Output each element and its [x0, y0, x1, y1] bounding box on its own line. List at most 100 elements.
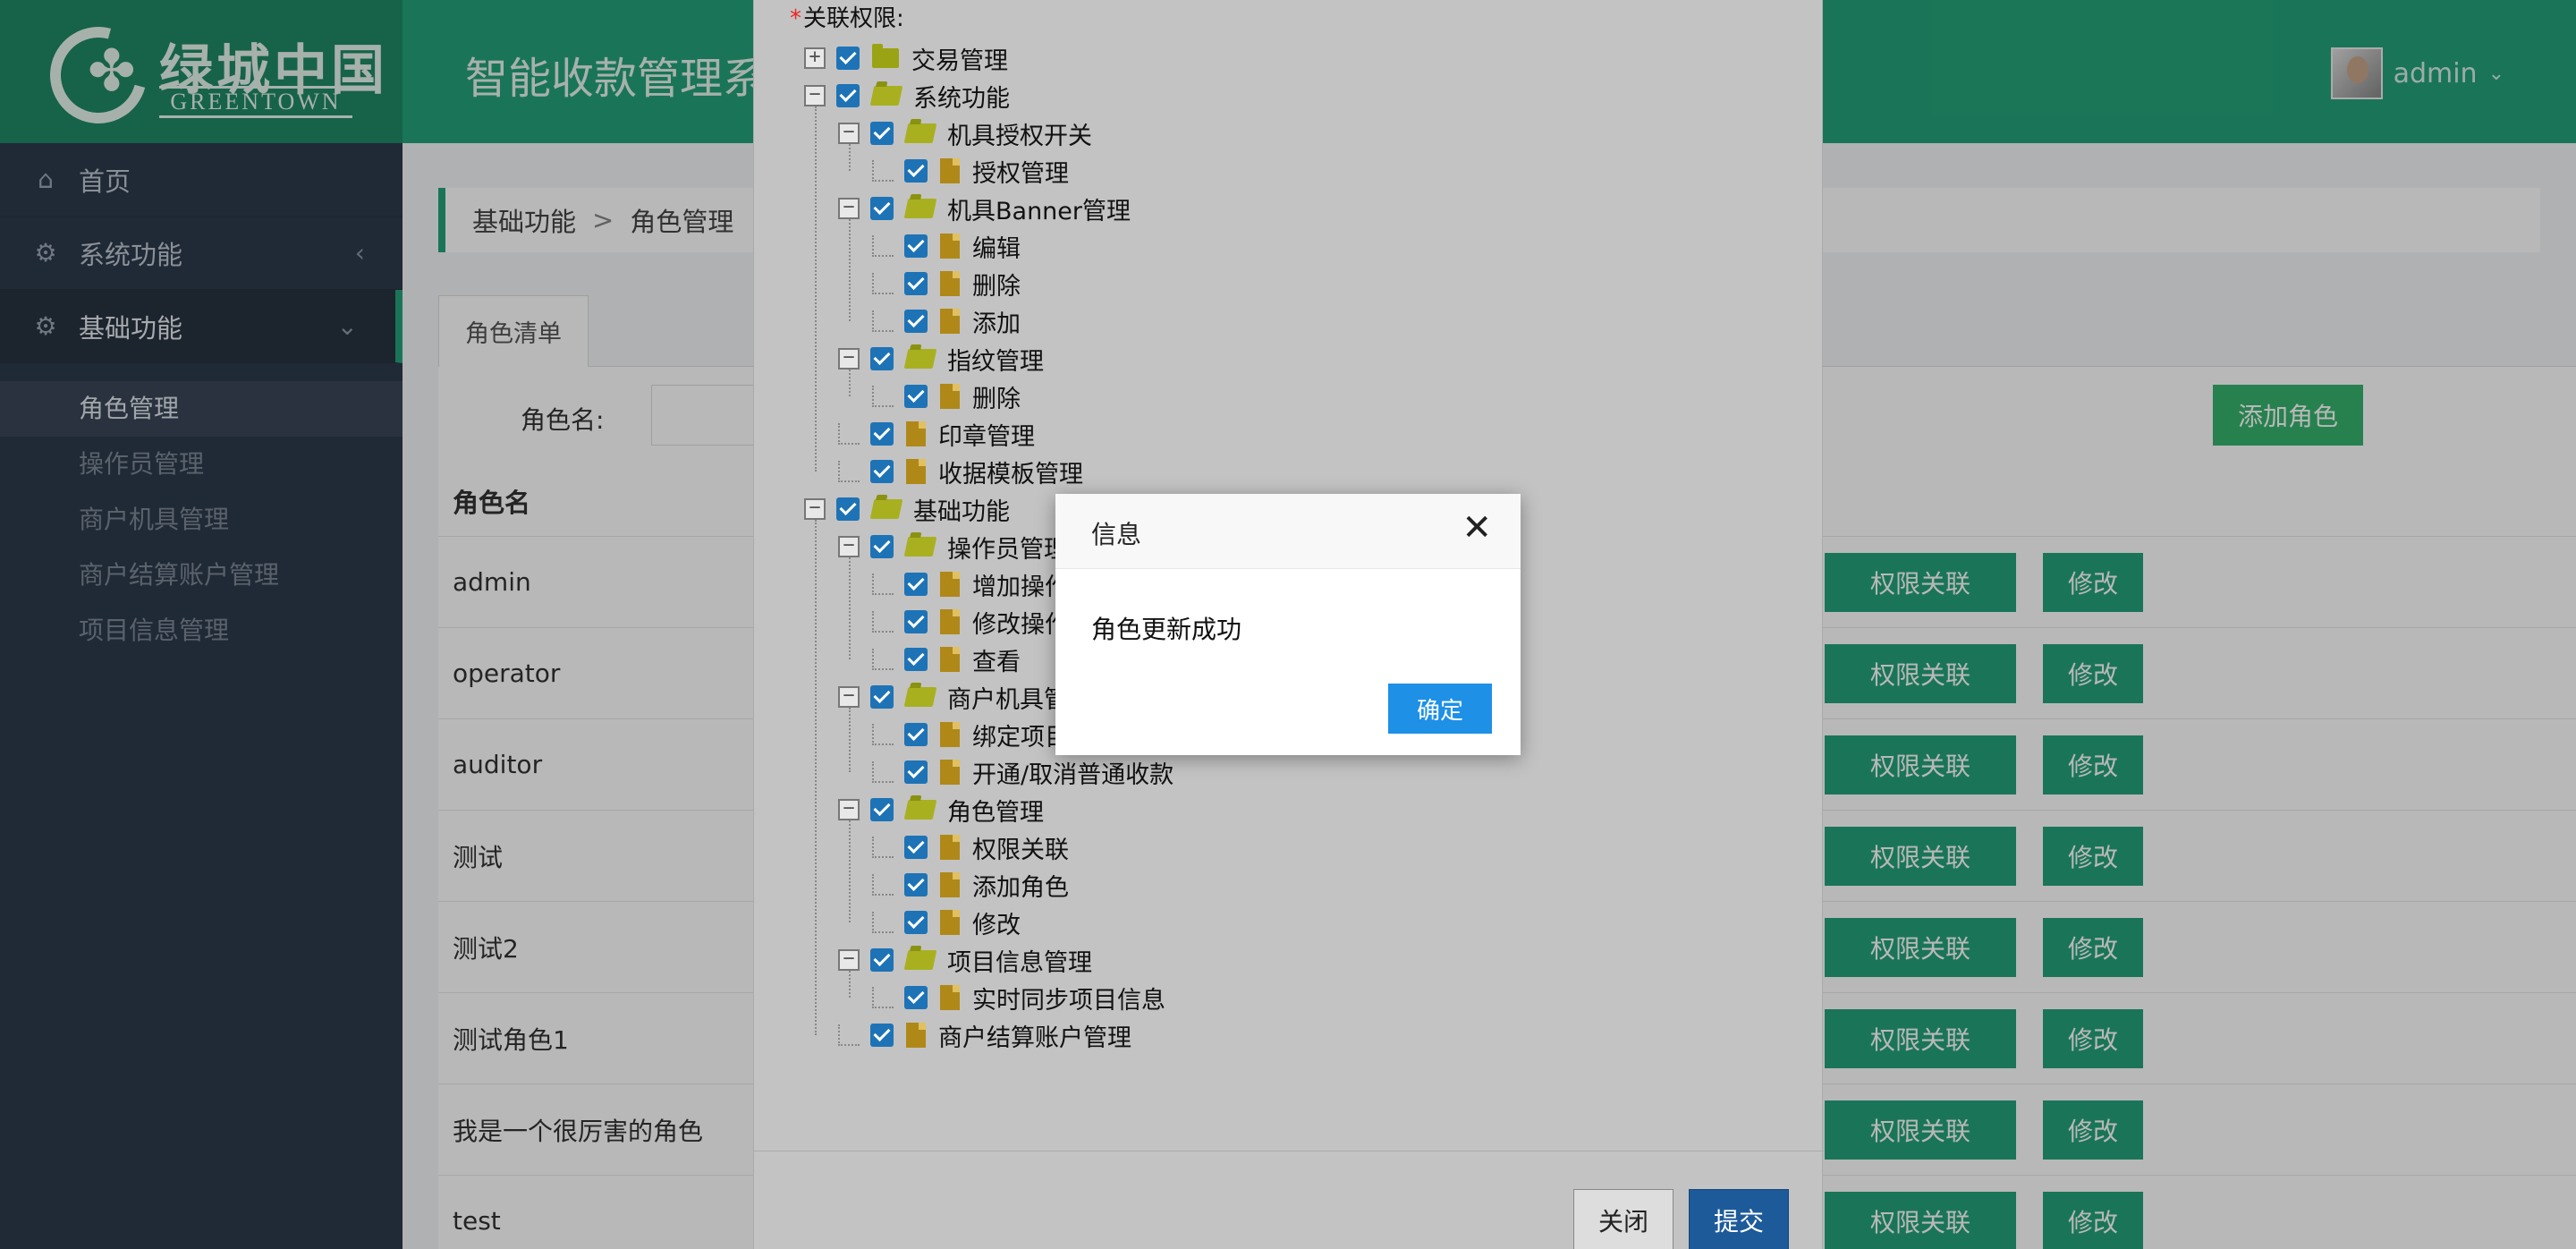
tree-connector: [872, 724, 894, 745]
tree-node[interactable]: − 基础功能: [804, 490, 1010, 528]
tree-node[interactable]: 收据模板管理: [838, 453, 1083, 490]
tree-node[interactable]: 修改操作: [872, 603, 1069, 641]
tree-node[interactable]: 查看: [872, 641, 1021, 678]
checkbox[interactable]: [870, 1024, 894, 1047]
checkbox[interactable]: [904, 648, 928, 671]
checkbox[interactable]: [870, 347, 894, 370]
file-icon: [940, 158, 960, 183]
tree-connector: [838, 1024, 860, 1046]
checkbox[interactable]: [904, 911, 928, 934]
tree-connector: [872, 837, 894, 858]
tree-node[interactable]: 删除: [872, 265, 1021, 302]
collapse-icon[interactable]: −: [838, 123, 860, 144]
collapse-icon[interactable]: −: [804, 85, 826, 106]
tree-node-label: 绑定项目: [972, 723, 1069, 752]
tree-node[interactable]: 绑定项目: [872, 716, 1069, 753]
tree-node-label: 项目信息管理: [947, 948, 1092, 977]
tree-node[interactable]: − 操作员管理: [838, 528, 1068, 565]
confirm-button[interactable]: 确定: [1388, 684, 1492, 734]
checkbox[interactable]: [870, 197, 894, 220]
folder-icon: [872, 44, 899, 68]
checkbox[interactable]: [904, 573, 928, 596]
checkbox[interactable]: [870, 422, 894, 446]
tree-connector: [872, 235, 894, 257]
tree-connector: [872, 611, 894, 633]
tree-node[interactable]: 编辑: [872, 227, 1021, 265]
file-icon: [940, 271, 960, 296]
collapse-icon[interactable]: −: [804, 498, 826, 520]
collapse-icon[interactable]: −: [838, 949, 860, 971]
tree-node[interactable]: 实时同步项目信息: [872, 979, 1165, 1016]
tree-connector: [872, 874, 894, 896]
tree-node[interactable]: 增加操作: [872, 565, 1069, 603]
folder-open-icon: [869, 86, 903, 106]
close-button[interactable]: 关闭: [1573, 1189, 1674, 1249]
tree-node[interactable]: − 角色管理: [838, 791, 1044, 828]
checkbox[interactable]: [870, 535, 894, 558]
collapse-icon[interactable]: −: [838, 348, 860, 370]
submit-button[interactable]: 提交: [1689, 1189, 1789, 1249]
tree-connector: [838, 461, 860, 482]
tree-guide-line: [849, 370, 851, 396]
expand-icon[interactable]: +: [804, 47, 826, 69]
permission-dialog-footer: 关闭 提交: [754, 1151, 1824, 1249]
checkbox[interactable]: [870, 460, 894, 483]
tree-guide-line: [849, 219, 851, 321]
tree-guide-line: [815, 106, 817, 472]
tree-node[interactable]: − 商户机具管: [838, 678, 1068, 716]
checkbox[interactable]: [836, 84, 860, 107]
tree-node[interactable]: 授权管理: [872, 152, 1069, 190]
checkbox[interactable]: [870, 685, 894, 709]
tree-node[interactable]: 删除: [872, 378, 1021, 415]
tree-node[interactable]: 商户结算账户管理: [838, 1016, 1131, 1054]
checkbox[interactable]: [870, 948, 894, 972]
checkbox[interactable]: [904, 310, 928, 333]
checkbox[interactable]: [836, 497, 860, 521]
tree-node[interactable]: 权限关联: [872, 828, 1069, 866]
file-icon: [906, 421, 926, 446]
tree-node[interactable]: − 系统功能: [804, 77, 1010, 115]
tree-guide-line: [849, 557, 851, 659]
checkbox[interactable]: [904, 234, 928, 258]
tree-guide-line: [849, 971, 851, 998]
file-icon: [940, 722, 960, 747]
checkbox[interactable]: [904, 760, 928, 784]
tree-node[interactable]: − 指纹管理: [838, 340, 1044, 378]
tree-node[interactable]: − 机具Banner管理: [838, 190, 1131, 227]
tree-node[interactable]: − 项目信息管理: [838, 941, 1092, 979]
checkbox[interactable]: [836, 47, 860, 70]
tree-node-label: 基础功能: [913, 497, 1010, 526]
info-dialog-message: 角色更新成功: [1091, 615, 1242, 644]
tree-node-label: 编辑: [972, 234, 1021, 263]
tree-node[interactable]: 修改: [872, 904, 1021, 941]
collapse-icon[interactable]: −: [838, 799, 860, 820]
folder-open-icon: [869, 499, 903, 519]
checkbox[interactable]: [904, 986, 928, 1009]
checkbox[interactable]: [870, 798, 894, 821]
checkbox[interactable]: [904, 873, 928, 896]
tree-node[interactable]: 添加角色: [872, 866, 1069, 904]
checkbox[interactable]: [904, 272, 928, 295]
checkbox[interactable]: [904, 159, 928, 183]
tree-node-label: 操作员管理: [947, 535, 1068, 564]
checkbox[interactable]: [904, 610, 928, 633]
checkbox[interactable]: [904, 385, 928, 408]
info-dialog: 信息 ✕ 角色更新成功 确定: [1055, 494, 1521, 755]
file-icon: [940, 384, 960, 409]
checkbox[interactable]: [904, 836, 928, 859]
folder-open-icon: [903, 687, 937, 707]
collapse-icon[interactable]: −: [838, 198, 860, 219]
tree-node[interactable]: 添加: [872, 302, 1021, 340]
tree-node[interactable]: + 交易管理: [804, 39, 1008, 77]
folder-open-icon: [903, 123, 937, 143]
folder-open-icon: [903, 199, 937, 218]
checkbox[interactable]: [870, 122, 894, 145]
tree-node[interactable]: 印章管理: [838, 415, 1035, 453]
tree-node-label: 商户结算账户管理: [938, 1024, 1131, 1052]
tree-node[interactable]: 开通/取消普通收款: [872, 753, 1174, 791]
collapse-icon[interactable]: −: [838, 536, 860, 557]
collapse-icon[interactable]: −: [838, 686, 860, 708]
tree-node[interactable]: − 机具授权开关: [838, 115, 1092, 152]
close-icon[interactable]: ✕: [1462, 510, 1492, 546]
checkbox[interactable]: [904, 723, 928, 746]
